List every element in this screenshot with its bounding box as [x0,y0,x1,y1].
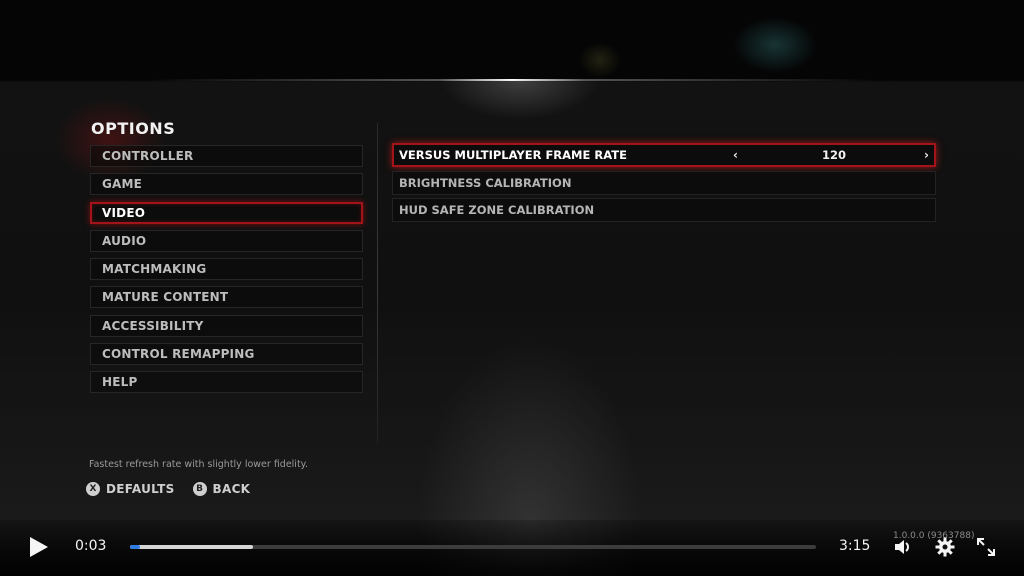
menu-item-mature-content[interactable]: MATURE CONTENT [90,286,363,309]
menu-item-matchmaking[interactable]: MATCHMAKING [90,258,363,281]
menu-item-label: VIDEO [102,205,146,220]
defaults-label: DEFAULTS [106,482,175,496]
duration: 3:15 [839,538,871,554]
panel-divider [377,123,378,443]
setting-label: BRIGHTNESS CALIBRATION [399,175,572,190]
menu-item-label: GAME [102,177,143,192]
menu-item-label: ACCESSIBILITY [102,318,204,333]
chevron-left-icon[interactable]: ‹ [733,148,738,162]
menu-item-audio[interactable]: AUDIO [90,229,363,252]
setting-label: HUD SAFE ZONE CALIBRATION [399,203,595,217]
menu-item-label: MATCHMAKING [102,262,207,277]
chevron-right-icon[interactable]: › [924,148,929,162]
menu-item-label: CONTROLLER [102,149,194,163]
played-progress [130,545,141,549]
seek-bar[interactable] [130,545,816,549]
setting-frame-rate[interactable]: VERSUS MULTIPLAYER FRAME RATE ‹ 120 › [392,143,936,167]
setting-brightness-calibration[interactable]: BRIGHTNESS CALIBRATION [392,170,936,195]
back-label: BACK [212,482,251,496]
menu-item-accessibility[interactable]: ACCESSIBILITY [90,314,363,337]
setting-value: 120 [822,148,847,162]
video-settings-list: VERSUS MULTIPLAYER FRAME RATE ‹ 120 › BR… [392,143,936,226]
menu-item-label: CONTROL REMAPPING [102,347,255,362]
menu-item-label: MATURE CONTENT [102,290,229,305]
setting-label: VERSUS MULTIPLAYER FRAME RATE [399,148,627,162]
gear-icon[interactable] [934,536,956,558]
menu-item-control-remapping[interactable]: CONTROL REMAPPING [90,343,363,366]
back-button[interactable]: B BACK [192,482,251,496]
page-title: OPTIONS [91,119,176,138]
menu-item-help[interactable]: HELP [90,371,363,394]
button-prompts: X DEFAULTS B BACK [86,482,268,496]
setting-description: Fastest refresh rate with slightly lower… [89,459,308,470]
menu-item-video[interactable]: VIDEO [90,201,363,224]
buffered-progress [130,545,254,549]
x-button-icon: X [86,482,100,496]
setting-hud-safe-zone[interactable]: HUD SAFE ZONE CALIBRATION [392,198,936,222]
defaults-button[interactable]: X DEFAULTS [86,482,175,496]
play-icon[interactable] [30,537,48,557]
header-glow [440,80,600,120]
menu-item-label: AUDIO [102,233,147,248]
fullscreen-icon[interactable] [975,536,997,558]
b-button-icon: B [192,482,207,496]
options-menu: CONTROLLER GAME VIDEO AUDIO MATCHMAKING … [90,145,363,400]
menu-item-label: HELP [102,375,138,390]
menu-item-game[interactable]: GAME [90,173,363,196]
menu-item-controller[interactable]: CONTROLLER [90,145,363,167]
current-time: 0:03 [75,538,107,554]
volume-icon[interactable] [893,536,915,558]
